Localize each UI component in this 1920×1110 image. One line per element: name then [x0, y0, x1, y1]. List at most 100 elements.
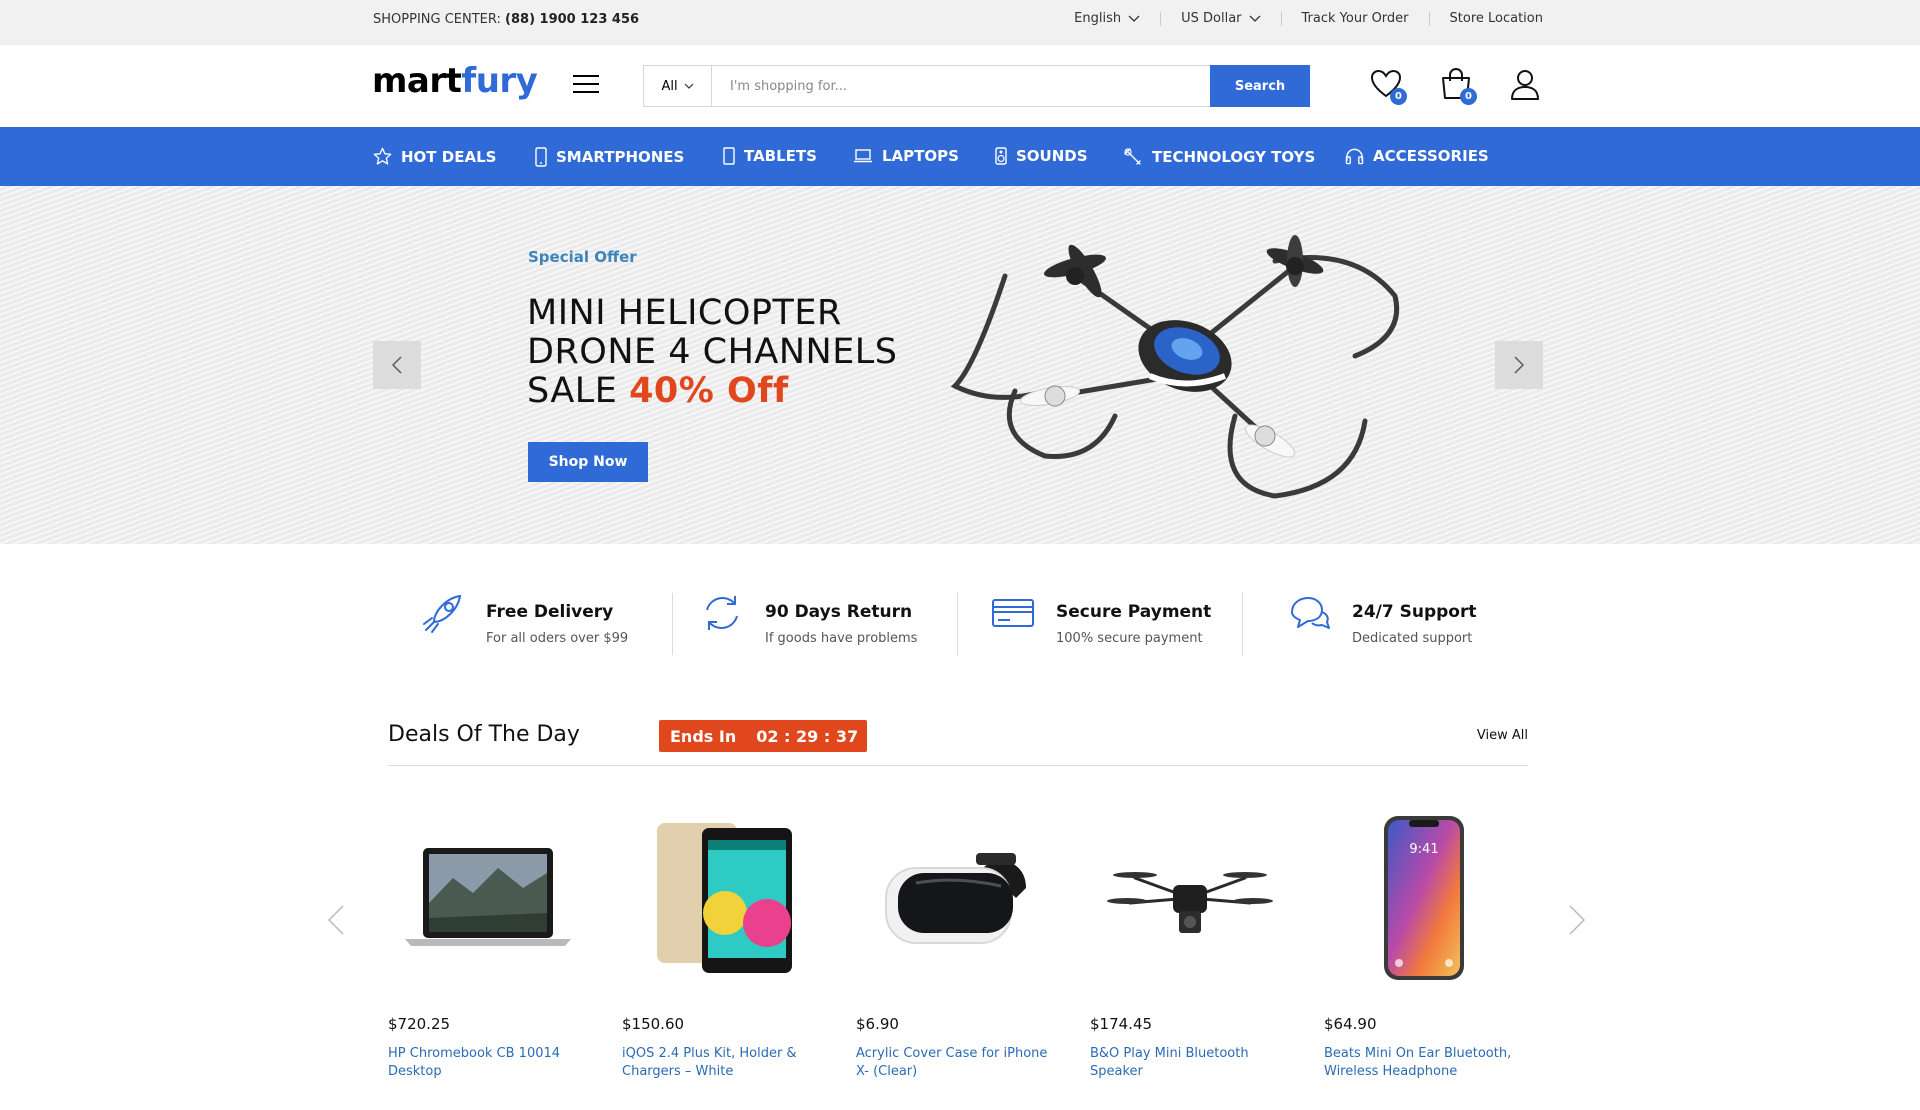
product-card[interactable]: $174.45 B&O Play Mini Bluetooth Speaker: [1090, 800, 1290, 1081]
product-name[interactable]: Acrylic Cover Case for iPhone X- (Clear): [856, 1045, 1056, 1081]
product-image[interactable]: [388, 800, 588, 995]
product-image[interactable]: 9:41: [1324, 800, 1524, 995]
ends-in-label: Ends In: [670, 726, 737, 746]
chevron-down-icon: [684, 83, 693, 89]
account-button[interactable]: [1508, 67, 1542, 101]
chevron-right-icon: [1569, 905, 1586, 935]
nav-label: SOUNDS: [1016, 147, 1088, 165]
currency-label: US Dollar: [1181, 11, 1242, 26]
nav-item-smartphones[interactable]: SMARTPHONES: [535, 147, 684, 167]
user-icon: [1511, 70, 1539, 100]
product-image[interactable]: [856, 800, 1056, 995]
product-card[interactable]: $6.90 Acrylic Cover Case for iPhone X- (…: [856, 800, 1056, 1081]
track-order-link[interactable]: Track Your Order: [1302, 11, 1409, 26]
search-button[interactable]: Search: [1210, 65, 1310, 107]
chevron-left-icon: [327, 905, 344, 935]
headphones-icon: [1345, 148, 1364, 165]
search-bar: All Search: [643, 65, 1310, 107]
shopping-center-info: SHOPPING CENTER: (88) 1900 123 456: [373, 12, 639, 27]
product-image[interactable]: [1090, 800, 1290, 995]
hero-title-line-3: SALE 40% Off: [527, 372, 898, 411]
language-selector[interactable]: English: [1074, 11, 1140, 26]
top-links: English US Dollar Track Your Order Store…: [1074, 11, 1543, 26]
divider: [1242, 593, 1243, 655]
feature-secure-payment: Secure Payment 100% secure payment: [990, 590, 1211, 646]
hero-prev-button[interactable]: [373, 341, 421, 389]
top-bar: SHOPPING CENTER: (88) 1900 123 456 Engli…: [0, 0, 1920, 45]
product-card[interactable]: $720.25 HP Chromebook CB 10014 Desktop: [388, 800, 588, 1081]
wishlist-count-badge: 0: [1390, 88, 1407, 105]
nav-item-technology-toys[interactable]: TECHNOLOGY TOYS: [1123, 147, 1315, 167]
divider: [957, 593, 958, 655]
nav-label: ACCESSORIES: [1373, 147, 1489, 165]
credit-card-icon: [992, 599, 1034, 627]
deals-countdown: Ends In 02 : 29 : 37: [659, 720, 867, 752]
nav-item-hot-deals[interactable]: HOT DEALS: [373, 147, 496, 166]
divider: [672, 593, 673, 655]
nav-label: TABLETS: [744, 147, 817, 165]
smartphone-icon: [535, 147, 547, 167]
chevron-down-icon: [1249, 15, 1260, 22]
menu-icon[interactable]: [573, 75, 599, 95]
nav-item-sounds[interactable]: SOUNDS: [995, 147, 1088, 165]
product-name[interactable]: HP Chromebook CB 10014 Desktop: [388, 1045, 588, 1081]
product-name[interactable]: iQOS 2.4 Plus Kit, Holder & Chargers – W…: [622, 1045, 822, 1081]
nav-item-tablets[interactable]: TABLETS: [723, 147, 817, 165]
product-price: $150.60: [622, 1015, 685, 1033]
laptop-icon: [854, 149, 872, 163]
currency-selector[interactable]: US Dollar: [1181, 11, 1260, 26]
features-bar: Free Delivery For all oders over $99 90 …: [0, 590, 1920, 670]
nav-item-accessories[interactable]: ACCESSORIES: [1345, 147, 1489, 165]
view-all-link[interactable]: View All: [1477, 728, 1528, 743]
wishlist-button[interactable]: 0: [1369, 67, 1407, 105]
product-name[interactable]: B&O Play Mini Bluetooth Speaker: [1090, 1045, 1290, 1081]
chevron-down-icon: [1128, 15, 1140, 22]
product-name[interactable]: Beats Mini On Ear Bluetooth, Wireless He…: [1324, 1045, 1524, 1081]
shopping-center-phone: (88) 1900 123 456: [505, 12, 640, 27]
deals-prev-button[interactable]: [327, 905, 345, 935]
hero-next-button[interactable]: [1495, 341, 1543, 389]
search-category-select[interactable]: All: [644, 66, 712, 106]
nav-label: HOT DEALS: [401, 147, 497, 166]
store-location-link[interactable]: Store Location: [1450, 11, 1543, 26]
vr-headset-image: [885, 852, 1026, 944]
divider: [1160, 11, 1162, 26]
divider: [1428, 11, 1430, 26]
feature-title: Secure Payment: [1056, 602, 1212, 622]
product-card[interactable]: 9:41 $64.90 Beats Mini On Ear Bluetooth,…: [1324, 800, 1524, 1081]
hero-banner: Special Offer MINI HELICOPTER DRONE 4 CH…: [0, 186, 1920, 544]
feature-text: Secure Payment 100% secure payment: [1056, 590, 1211, 646]
feature-text: 24/7 Support Dedicated support: [1352, 590, 1477, 646]
shop-now-button[interactable]: Shop Now: [528, 442, 648, 482]
hero-title: MINI HELICOPTER DRONE 4 CHANNELS SALE 40…: [527, 294, 898, 411]
cart-button[interactable]: 0: [1439, 67, 1477, 105]
smartphone-image: 9:41: [1384, 815, 1464, 980]
refresh-icon: [706, 596, 738, 630]
nav-label: SMARTPHONES: [556, 148, 685, 166]
feature-free-delivery: Free Delivery For all oders over $99: [420, 590, 628, 646]
feature-subtitle: Dedicated support: [1352, 631, 1473, 646]
deals-header: Deals Of The Day Ends In 02 : 29 : 37 Vi…: [388, 720, 1528, 766]
product-image[interactable]: [622, 800, 822, 995]
product-price: $174.45: [1090, 1015, 1153, 1033]
deals-next-button[interactable]: [1568, 905, 1586, 935]
logo[interactable]: martfury: [372, 61, 538, 101]
feature-text: 90 Days Return If goods have problems: [765, 590, 917, 646]
nav-item-laptops[interactable]: LAPTOPS: [853, 147, 959, 165]
language-label: English: [1074, 11, 1122, 26]
nav-label: LAPTOPS: [882, 147, 959, 165]
feature-subtitle: 100% secure payment: [1056, 631, 1203, 646]
feature-support: 24/7 Support Dedicated support: [1286, 590, 1477, 646]
feature-title: 24/7 Support: [1352, 602, 1477, 622]
svg-text:9:41: 9:41: [1409, 842, 1438, 857]
product-price: $6.90: [856, 1015, 899, 1033]
search-input[interactable]: [712, 66, 1210, 106]
header: martfury All Search 0 0: [0, 45, 1920, 127]
product-card[interactable]: $150.60 iQOS 2.4 Plus Kit, Holder & Char…: [622, 800, 822, 1081]
tablet-icon: [723, 147, 735, 165]
nav-label: TECHNOLOGY TOYS: [1152, 148, 1316, 166]
feature-text: Free Delivery For all oders over $99: [486, 590, 628, 646]
hero-title-line-2: DRONE 4 CHANNELS: [527, 332, 898, 372]
drone-image: [950, 235, 1400, 499]
star-icon: [373, 147, 392, 165]
